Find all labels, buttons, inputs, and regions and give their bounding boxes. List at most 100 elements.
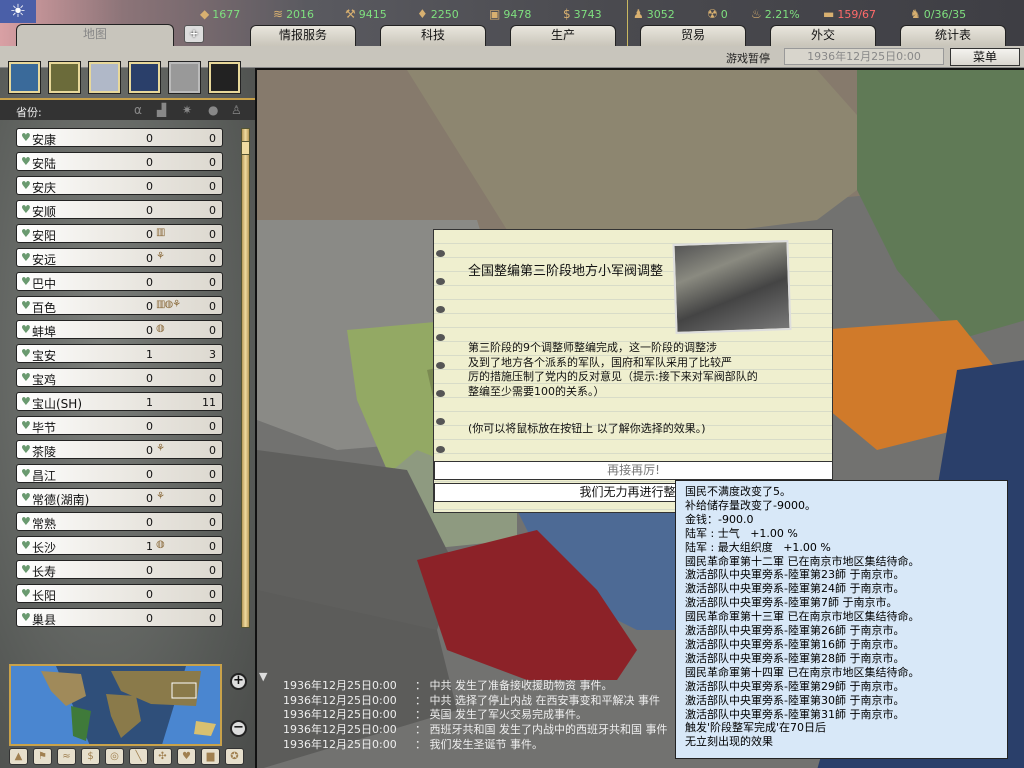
political-mapmode-button[interactable]: ⚑ xyxy=(33,748,52,765)
resource-metal[interactable]: ≋ 2016 xyxy=(273,6,314,22)
diplomacy-mapmode-button[interactable]: ♥ xyxy=(177,748,196,765)
date-display[interactable]: 1936年12月25日0:00 xyxy=(784,48,944,65)
province-row[interactable]: ♥ 宝鸡 0 0 xyxy=(16,368,223,387)
province-value-1: 0 xyxy=(146,372,153,385)
zoom-out-button[interactable]: − xyxy=(230,720,247,737)
resource-dissent[interactable]: ♨ 2.21% xyxy=(751,6,800,22)
province-row[interactable]: ♥ 百色 0 ▥◍⚘ 0 xyxy=(16,296,223,315)
resource-supplies[interactable]: ▣ 9478 xyxy=(489,6,531,22)
province-row[interactable]: ♥ 茶陵 0 ⚘ 0 xyxy=(16,440,223,459)
resource-value: 1677 xyxy=(212,7,241,21)
tab-4[interactable]: 贸易 xyxy=(640,25,746,46)
province-row[interactable]: ♥ 蚌埠 0 ◍ 0 xyxy=(16,320,223,339)
province-row[interactable]: ♥ 长阳 0 0 xyxy=(16,584,223,603)
resource-officers[interactable]: ♞ 0/36/35 xyxy=(910,6,966,22)
province-name: 毕节 xyxy=(32,421,57,435)
infrastructure-mapmode-button[interactable]: ▆ xyxy=(201,748,220,765)
oil-drop-icon[interactable]: ● xyxy=(208,103,218,117)
effect-line: 激活部队中央軍旁系-陸軍第16師 于南京市。 xyxy=(685,637,905,651)
binder-ring-icon xyxy=(436,334,445,341)
alliance-mapmode-button[interactable]: ✪ xyxy=(225,748,244,765)
province-row[interactable]: ♥ 巴中 0 0 xyxy=(16,272,223,291)
building-icons: ◍ xyxy=(156,323,165,334)
log-entry: 1936年12月25日0:00 ： 中共 发生了准备接收援助物资 事件。 xyxy=(283,677,613,693)
province-value-1: 1 xyxy=(146,396,153,409)
scroll-thumb[interactable] xyxy=(241,141,250,155)
province-value-2: 0 xyxy=(209,132,216,145)
province-row[interactable]: ♥ 长沙 1 ◍ 0 xyxy=(16,536,223,555)
air-units-icon[interactable] xyxy=(88,61,121,94)
leaders-icon[interactable] xyxy=(168,61,201,94)
factory-icon[interactable]: ▟ xyxy=(157,103,166,117)
effect-line: 金钱：-900.0 xyxy=(685,512,754,526)
province-value-2: 0 xyxy=(209,564,216,577)
event-photo xyxy=(672,240,792,334)
province-row[interactable]: ♥ 安远 0 ⚘ 0 xyxy=(16,248,223,267)
resource-money[interactable]: $3743 xyxy=(563,6,602,22)
tab-2[interactable]: 科技 xyxy=(380,25,486,46)
province-heart-icon: ♥ xyxy=(21,395,31,408)
province-value-1: 0 xyxy=(146,468,153,481)
province-name: 常熟 xyxy=(32,517,57,531)
menu-button[interactable]: 菜单 xyxy=(950,48,1020,66)
resource-energy[interactable]: ◆ 1677 xyxy=(200,6,240,22)
resource-rare-materials[interactable]: ⚒ 9415 xyxy=(345,6,387,22)
zoom-in-button[interactable]: + xyxy=(230,673,247,690)
province-row[interactable]: ♥ 常熟 0 0 xyxy=(16,512,223,531)
transfer-icon[interactable] xyxy=(208,61,241,94)
resource-oil[interactable]: ♦ 2250 xyxy=(417,6,459,22)
effect-line: 激活部队中央軍旁系-陸軍第30師 于南京市。 xyxy=(685,693,905,707)
tab-3[interactable]: 生产 xyxy=(510,25,616,46)
tab-1[interactable]: 情报服务 xyxy=(250,25,356,46)
terrain-mapmode-button[interactable]: ▲ xyxy=(9,748,28,765)
province-value-1: 0 xyxy=(146,564,153,577)
province-heart-icon: ♥ xyxy=(21,587,31,600)
supply-mapmode-button[interactable]: ╲ xyxy=(129,748,148,765)
minimap[interactable] xyxy=(9,664,222,746)
weather-mapmode-button[interactable]: ≈ xyxy=(57,748,76,765)
province-row[interactable]: ♥ 安阳 0 ▥ 0 xyxy=(16,224,223,243)
province-row[interactable]: ♥ 宝安 1 3 xyxy=(16,344,223,363)
economy-mapmode-button[interactable]: $ xyxy=(81,748,100,765)
tab-5[interactable]: 外交 xyxy=(770,25,876,46)
province-heart-icon: ♥ xyxy=(21,371,31,384)
partisan-mapmode-button[interactable]: ✣ xyxy=(153,748,172,765)
energy-icon: ◆ xyxy=(200,7,210,21)
naval-units-icon[interactable] xyxy=(128,61,161,94)
tab-6[interactable]: 统计表 xyxy=(900,25,1006,46)
province-row[interactable]: ♥ 常德(湖南) 0 ⚘ 0 xyxy=(16,488,223,507)
option-a-button[interactable]: 再接再厉! xyxy=(434,461,833,480)
supplies-icon: ▣ xyxy=(489,7,501,21)
map-options-button[interactable]: + xyxy=(184,25,204,43)
province-value-2: 0 xyxy=(209,372,216,385)
province-name: 安庆 xyxy=(32,181,57,195)
resource-transport[interactable]: ▬ 159/67 xyxy=(823,6,876,22)
province-row[interactable]: ♥ 巢县 0 0 xyxy=(16,608,223,627)
resource-nuclear[interactable]: ☢ 0 xyxy=(707,6,728,22)
resource-manpower[interactable]: ♟ 3052 xyxy=(633,6,675,22)
alpha-sort-icon[interactable]: α xyxy=(134,103,142,117)
provinces-header: 省份: α ▟ ✷ ● ♙ xyxy=(0,98,255,120)
antiair-icon[interactable]: ✷ xyxy=(182,103,192,117)
province-heart-icon: ♥ xyxy=(21,131,31,144)
log-collapse-icon[interactable]: ▼ xyxy=(259,670,267,683)
tab-0[interactable]: 地图 xyxy=(16,24,174,46)
province-row[interactable]: ♥ 长寿 0 0 xyxy=(16,560,223,579)
province-heart-icon: ♥ xyxy=(21,491,31,504)
province-list-scrollbar[interactable] xyxy=(241,128,250,628)
province-value-2: 0 xyxy=(209,156,216,169)
manpower-icon[interactable]: ♙ xyxy=(231,103,242,117)
province-row[interactable]: ♥ 宝山(SH) 1 11 xyxy=(16,392,223,411)
province-row[interactable]: ♥ 安顺 0 0 xyxy=(16,200,223,219)
country-flag-icon[interactable]: ☀ xyxy=(0,0,36,23)
province-row[interactable]: ♥ 安庆 0 0 xyxy=(16,176,223,195)
province-row[interactable]: ♥ 安康 0 0 xyxy=(16,128,223,147)
province-row[interactable]: ♥ 安陆 0 0 xyxy=(16,152,223,171)
map-mode-terrain-icon[interactable] xyxy=(8,61,41,94)
resource-mapmode-button[interactable]: ◎ xyxy=(105,748,124,765)
province-row[interactable]: ♥ 毕节 0 0 xyxy=(16,416,223,435)
resource-value: 9478 xyxy=(503,7,532,21)
province-row[interactable]: ♥ 昌江 0 0 xyxy=(16,464,223,483)
land-units-icon[interactable] xyxy=(48,61,81,94)
province-heart-icon: ♥ xyxy=(21,467,31,480)
